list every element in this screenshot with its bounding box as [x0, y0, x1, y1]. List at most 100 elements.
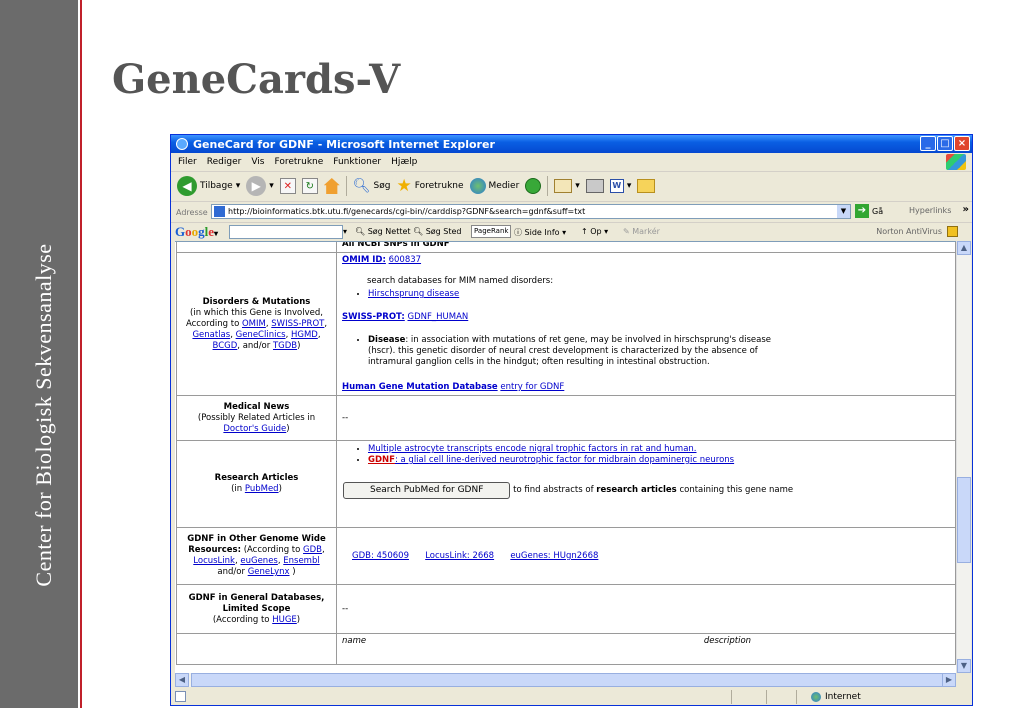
- article-link[interactable]: Multiple astrocyte transcripts encode ni…: [368, 444, 697, 454]
- page-info-button[interactable]: ⓘ Side Info ▾: [514, 227, 566, 238]
- menu-edit[interactable]: Rediger: [207, 157, 242, 167]
- folder-button[interactable]: [637, 179, 656, 193]
- forward-button[interactable]: ▶ ▾: [246, 176, 274, 196]
- google-logo[interactable]: Google▾: [175, 224, 218, 240]
- norton-label[interactable]: Norton AntiVirus: [876, 227, 942, 236]
- menu-help[interactable]: Hjælp: [391, 157, 417, 167]
- stop-button[interactable]: ✕: [279, 178, 296, 194]
- highlight-label: Markér: [632, 227, 660, 236]
- andor-text: and/or: [217, 567, 245, 577]
- edit-button[interactable]: W ▾: [609, 179, 632, 193]
- back-button[interactable]: ◀ Tilbage ▾: [177, 176, 240, 196]
- window-title: GeneCard for GDNF - Microsoft Internet E…: [193, 137, 495, 151]
- huge-link[interactable]: HUGE: [272, 615, 297, 625]
- folder-icon: [637, 179, 656, 193]
- hscroll-thumb[interactable]: [191, 673, 943, 687]
- disorders-value-cell: OMIM ID: 600837 search databases for MIM…: [336, 252, 956, 396]
- tgdb-link[interactable]: TGDB: [273, 341, 297, 351]
- address-url: http://bioinformatics.btk.utu.fi/genecar…: [228, 207, 586, 216]
- print-button[interactable]: [585, 179, 604, 193]
- menu-file[interactable]: Filer: [178, 157, 197, 167]
- according-text: (According to: [212, 614, 270, 625]
- favorites-button[interactable]: ★ Foretrukne: [396, 178, 463, 195]
- scroll-thumb[interactable]: [957, 477, 971, 563]
- eugenes-label-link[interactable]: euGenes: [240, 556, 277, 566]
- scroll-up-icon[interactable]: ▲: [957, 241, 971, 255]
- swissprot-label[interactable]: SWISS-PROT:: [342, 312, 405, 322]
- norton-icon[interactable]: [947, 226, 958, 237]
- highlight-button[interactable]: ✎ Markér: [623, 227, 660, 236]
- genatlas-link[interactable]: Genatlas: [192, 330, 230, 340]
- scroll-right-icon[interactable]: ▶: [942, 673, 956, 687]
- disorders-subtitle: (in which this Gene is Involved,: [190, 307, 323, 318]
- history-icon: [525, 178, 542, 194]
- hgmd-entry-link[interactable]: entry for GDNF: [500, 382, 564, 392]
- geneclinics-link[interactable]: GeneClinics: [236, 330, 286, 340]
- omim-id-link[interactable]: 600837: [389, 255, 421, 265]
- status-bar: Internet: [171, 688, 972, 705]
- omim-id-label[interactable]: OMIM ID:: [342, 255, 386, 265]
- locuslink-label-link[interactable]: LocusLink: [193, 556, 235, 566]
- media-label: Medier: [488, 181, 520, 191]
- forward-dropdown-icon[interactable]: ▾: [269, 181, 274, 191]
- links-label[interactable]: Hyperlinks: [909, 206, 951, 215]
- mail-button[interactable]: ▾: [554, 179, 580, 193]
- google-search-input[interactable]: [229, 225, 343, 239]
- general-db-title: GDNF in General Databases, Limited Scope: [188, 592, 325, 614]
- search-pubmed-button[interactable]: Search PubMed for GDNF: [343, 482, 511, 499]
- edit-dropdown-icon[interactable]: ▾: [627, 181, 632, 191]
- hgmd-db-link[interactable]: Human Gene Mutation Database: [342, 382, 498, 392]
- mail-icon: [554, 179, 573, 193]
- swissprot-id-link[interactable]: GDNF_HUMAN: [408, 312, 469, 322]
- maximize-button[interactable]: □: [937, 136, 953, 151]
- article-link[interactable]: : a glial cell line-derived neurotrophic…: [395, 455, 734, 465]
- locuslink-link[interactable]: LocusLink: 2668: [425, 551, 494, 561]
- hirschsprung-link[interactable]: Hirschsprung disease: [368, 289, 459, 299]
- media-icon: [469, 178, 486, 194]
- hgmd-link[interactable]: HGMD: [291, 330, 318, 340]
- page-info-label: Side Info: [524, 228, 560, 237]
- scroll-left-icon[interactable]: ◀: [175, 673, 189, 687]
- horizontal-scrollbar[interactable]: ◀ ▶: [175, 673, 956, 687]
- swissprot-link[interactable]: SWISS-PROT: [271, 319, 324, 329]
- history-button[interactable]: [525, 178, 542, 194]
- genelynx-link[interactable]: GeneLynx: [248, 567, 290, 577]
- gdb-label-link[interactable]: GDB: [303, 545, 322, 555]
- search-web-button[interactable]: 🔍︎ Søg Nettet: [355, 227, 411, 236]
- omim-link[interactable]: OMIM: [242, 319, 266, 329]
- page-content: All NCBI SNPs in GDNF Disorders & Mutati…: [175, 241, 956, 674]
- vertical-scrollbar[interactable]: ▲ ▼: [956, 241, 971, 673]
- mail-dropdown-icon[interactable]: ▾: [575, 181, 580, 191]
- media-button[interactable]: Medier: [469, 178, 520, 194]
- address-bar: Adresse http://bioinformatics.btk.utu.fi…: [171, 201, 972, 222]
- address-dropdown-icon[interactable]: ▼: [837, 205, 850, 218]
- gdb-link[interactable]: GDB: 450609: [352, 551, 409, 561]
- search-site-button[interactable]: 🔍︎ Søg Sted: [413, 227, 462, 236]
- ensembl-link[interactable]: Ensembl: [283, 556, 319, 566]
- accent-line: [80, 0, 82, 708]
- disease-text-2: (hscr). this genetic disorder of neural …: [368, 346, 758, 356]
- article-gdnf-link[interactable]: GDNF: [368, 455, 395, 465]
- go-button[interactable]: ➔ Gå: [855, 204, 883, 218]
- bcgd-link[interactable]: BCGD: [213, 341, 238, 351]
- address-input[interactable]: http://bioinformatics.btk.utu.fi/genecar…: [211, 204, 851, 219]
- pagerank-indicator[interactable]: PageRank: [471, 225, 512, 238]
- menu-view[interactable]: Vis: [251, 157, 264, 167]
- menu-tools[interactable]: Funktioner: [333, 157, 381, 167]
- disorders-title: Disorders & Mutations: [202, 296, 311, 307]
- google-input-dropdown-icon[interactable]: ▾: [343, 227, 347, 236]
- scroll-down-icon[interactable]: ▼: [957, 659, 971, 673]
- search-button[interactable]: 🔍︎ Søg: [353, 178, 391, 194]
- up-button[interactable]: ↑ Op ▾: [581, 227, 608, 236]
- doctors-guide-link[interactable]: Doctor's Guide: [223, 424, 286, 434]
- pubmed-link[interactable]: PubMed: [245, 484, 279, 494]
- home-button[interactable]: [323, 178, 340, 194]
- menu-favorites[interactable]: Foretrukne: [274, 157, 323, 167]
- chevron-icon[interactable]: »: [963, 204, 969, 215]
- andor-text: and/or: [242, 340, 271, 351]
- minimize-button[interactable]: _: [920, 136, 936, 151]
- eugenes-link[interactable]: euGenes: HUgn2668: [510, 551, 598, 561]
- close-button[interactable]: ×: [954, 136, 970, 151]
- back-dropdown-icon[interactable]: ▾: [236, 181, 241, 191]
- refresh-button[interactable]: ↻: [301, 178, 318, 194]
